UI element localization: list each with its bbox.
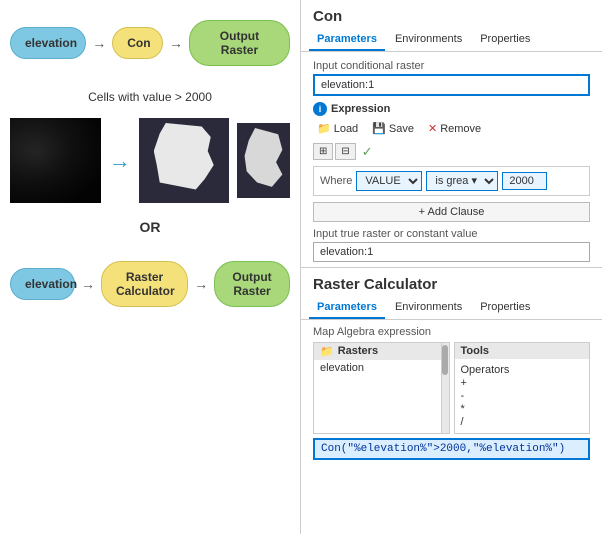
expression-info-row: i Expression (313, 102, 590, 116)
tab-properties-rc[interactable]: Properties (472, 297, 538, 319)
where-value-input[interactable] (502, 172, 547, 190)
tools-body: Operators + - * / (455, 359, 590, 433)
where-row: Where VALUE is grea ▾ (313, 166, 590, 196)
tools-item-plus[interactable]: + (461, 377, 584, 389)
left-panel: elevation → Con → Output Raster Cells wi… (0, 0, 300, 534)
remove-button[interactable]: ✕ Remove (424, 120, 485, 137)
rasters-pane: 📁 Rasters elevation (313, 342, 450, 434)
cells-label: Cells with value > 2000 (10, 90, 290, 104)
remove-icon: ✕ (428, 122, 437, 135)
tab-parameters-rc[interactable]: Parameters (309, 297, 385, 319)
rasters-label: Rasters (338, 345, 378, 357)
expr-btn-1[interactable]: ⊞ (313, 143, 333, 160)
scrollbar-thumb (442, 345, 448, 375)
con-section: Con Parameters Environments Properties I… (301, 0, 602, 268)
or-label: OR (10, 219, 290, 235)
where-field-select[interactable]: VALUE (356, 171, 422, 191)
tab-environments-rc[interactable]: Environments (387, 297, 470, 319)
flow-diagram-1: elevation → Con → Output Raster (10, 10, 290, 76)
node-elevation-1: elevation (10, 27, 86, 59)
small-mask-image (237, 123, 290, 198)
raster-columns: 📁 Rasters elevation Tools Operators + - (313, 342, 590, 434)
raster-image (10, 118, 101, 203)
add-clause-button[interactable]: + Add Clause (313, 202, 590, 222)
save-label: Save (389, 123, 414, 135)
mask-image (139, 118, 230, 203)
arrow-3: → (81, 276, 95, 292)
rasters-scrollbar[interactable] (441, 343, 449, 433)
load-button[interactable]: 📁 Load (313, 120, 362, 137)
input-true-field[interactable] (313, 242, 590, 262)
node-con: Con (112, 27, 163, 59)
input-cond-label: Input conditional raster (313, 60, 590, 72)
tools-item-minus[interactable]: - (461, 390, 584, 402)
input-cond-raster-field[interactable] (313, 74, 590, 96)
node-output-raster-2: Output Raster (214, 261, 290, 307)
tools-item-multiply[interactable]: * (461, 403, 584, 415)
raster-calc-tabs: Parameters Environments Properties (301, 297, 602, 320)
tools-pane: Tools Operators + - * / (454, 342, 591, 434)
raster-calc-section: Raster Calculator Parameters Environment… (301, 268, 602, 534)
map-alg-label: Map Algebra expression (313, 326, 590, 338)
load-label: Load (334, 123, 358, 135)
arrow-2: → (169, 35, 183, 51)
expression-bar[interactable]: Con("%elevation%">2000,"%elevation%") (313, 438, 590, 460)
where-op-select[interactable]: is grea ▾ (426, 171, 498, 191)
remove-label: Remove (440, 123, 481, 135)
tab-properties-con[interactable]: Properties (472, 29, 538, 51)
right-arrow: → (109, 148, 131, 174)
node-raster-calc: Raster Calculator (101, 261, 188, 307)
con-title: Con (301, 0, 602, 29)
rasters-list: 📁 Rasters elevation (314, 343, 441, 433)
tab-environments-con[interactable]: Environments (387, 29, 470, 51)
tools-header: Tools (455, 343, 590, 359)
con-tabs: Parameters Environments Properties (301, 29, 602, 52)
tab-parameters-con[interactable]: Parameters (309, 29, 385, 51)
check-icon: ✓ (362, 144, 373, 160)
rasters-header: 📁 Rasters (314, 343, 441, 360)
expression-label: Expression (331, 103, 390, 115)
raster-list-item-0[interactable]: elevation (314, 360, 441, 376)
tools-item-operators[interactable]: Operators (461, 364, 584, 376)
flow-diagram-2: elevation → Raster Calculator → Output R… (10, 251, 290, 317)
tools-item-divide[interactable]: / (461, 416, 584, 428)
image-row: → (10, 118, 290, 203)
rasters-folder-icon: 📁 (320, 345, 334, 358)
raster-calc-title: Raster Calculator (301, 268, 602, 297)
input-true-label: Input true raster or constant value (313, 228, 590, 240)
info-icon: i (313, 102, 327, 116)
expr-toolbar: ⊞ ⊟ ✓ (313, 143, 590, 160)
node-output-raster-1: Output Raster (189, 20, 290, 66)
save-icon: 💾 (372, 122, 386, 135)
where-label: Where (320, 175, 352, 187)
load-icon: 📁 (317, 122, 331, 135)
raster-body: Map Algebra expression 📁 Rasters elevati… (301, 320, 602, 466)
right-panel: Con Parameters Environments Properties I… (300, 0, 602, 534)
save-button[interactable]: 💾 Save (368, 120, 418, 137)
node-elevation-2: elevation (10, 268, 75, 300)
arrow-1: → (92, 35, 106, 51)
con-body: Input conditional raster i Expression 📁 … (301, 52, 602, 268)
expression-toolbar-row: 📁 Load 💾 Save ✕ Remove (313, 120, 590, 137)
expr-btn-2[interactable]: ⊟ (335, 143, 355, 160)
arrow-4: → (194, 276, 208, 292)
